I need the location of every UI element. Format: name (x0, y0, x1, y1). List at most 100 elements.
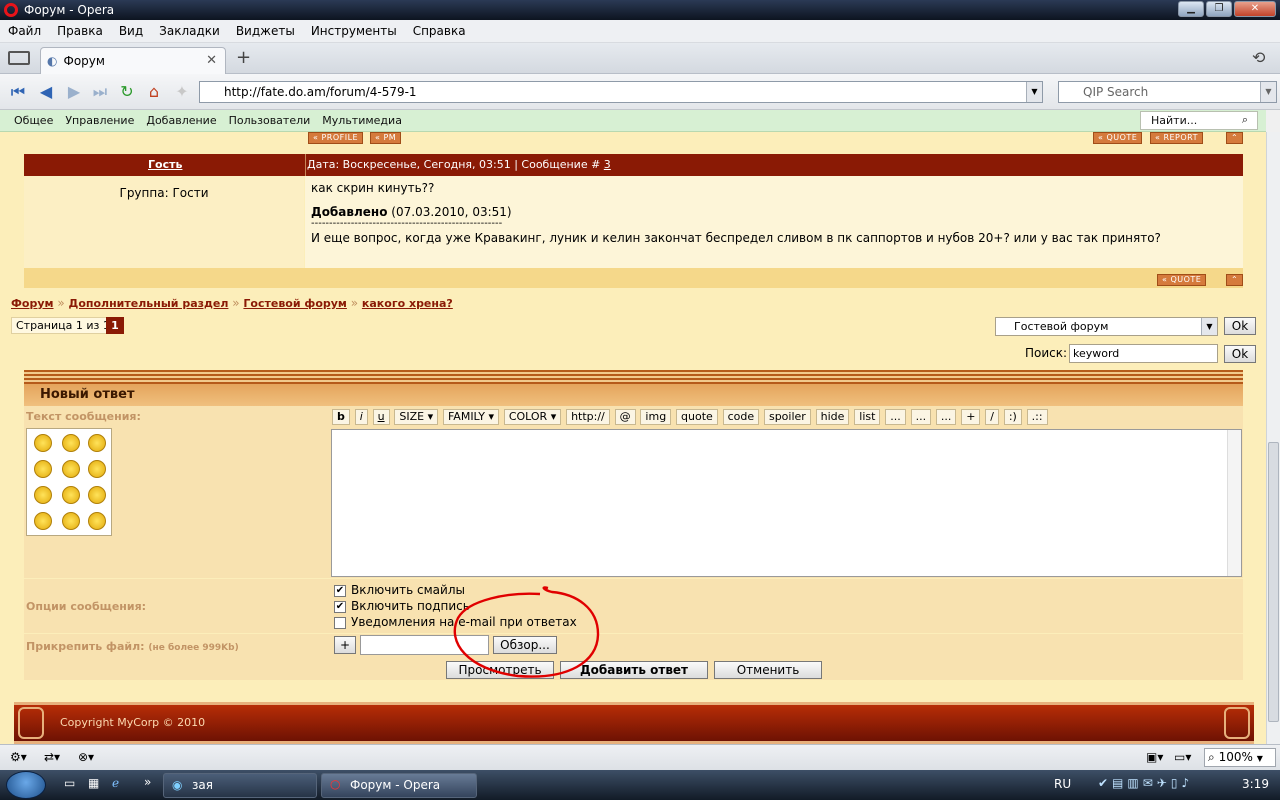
smiley-button[interactable]: :) (1003, 409, 1022, 425)
view-icon[interactable]: ▭▾ (1174, 750, 1191, 764)
quicklaunch-ie-icon[interactable]: ℯ (112, 776, 119, 790)
minimize-button[interactable]: ▁ (1178, 1, 1204, 17)
forum-select-arrow-icon[interactable]: ▼ (1201, 318, 1217, 335)
address-field[interactable]: http://fate.do.am/forum/4-579-1 ▼ (199, 81, 1043, 103)
menu-help[interactable]: Справка (405, 24, 474, 38)
search-engine-field[interactable]: QIP Search ▼ (1058, 81, 1277, 103)
unite-icon[interactable]: ⊗▾ (78, 750, 94, 764)
address-dropdown-icon[interactable]: ▼ (1026, 82, 1042, 102)
more-button-3[interactable]: ... (935, 409, 957, 425)
quicklaunch-more-icon[interactable]: » (144, 775, 151, 789)
forum-select[interactable]: Гостевой форум ▼ (995, 317, 1218, 336)
quicklaunch-desktop-icon[interactable]: ▭ (64, 776, 75, 790)
rewind-icon[interactable]: ⏮ (8, 83, 28, 101)
post-author[interactable]: Гость (148, 158, 182, 171)
url-button[interactable]: http:// (566, 409, 610, 425)
menu-view[interactable]: Вид (111, 24, 151, 38)
extra-button[interactable]: .:: (1026, 409, 1048, 425)
tab-forum[interactable]: ◐ Форум ✕ (40, 47, 226, 74)
sitenav-users[interactable]: Пользователи (223, 114, 317, 127)
new-tab-icon[interactable]: + (236, 47, 251, 68)
code-button[interactable]: code (722, 409, 760, 425)
message-textarea[interactable] (331, 429, 1242, 577)
img-button[interactable]: img (640, 409, 672, 425)
magnifier-icon[interactable]: ⌕ (1236, 113, 1254, 127)
menu-bookmarks[interactable]: Закладки (151, 24, 228, 38)
page-1-link[interactable]: 1 (106, 317, 124, 334)
smiley-cool-icon[interactable] (88, 434, 106, 452)
smiley-tongue-icon[interactable] (34, 512, 52, 530)
quicklaunch-explorer-icon[interactable]: ▦ (88, 776, 99, 790)
breadcrumb-guest[interactable]: Гостевой форум (243, 297, 347, 310)
taskbar-item-zaya[interactable]: ◉ зая (163, 773, 317, 798)
email-button[interactable]: @ (614, 409, 636, 425)
scroll-up-icon-2[interactable]: ⌃ (1226, 274, 1244, 286)
forum-go-button[interactable]: Ok (1224, 317, 1256, 335)
panel-toggle-icon[interactable] (8, 51, 30, 65)
breadcrumb-extra[interactable]: Дополнительный раздел (69, 297, 229, 310)
enable-smileys-checkbox[interactable]: ✔ (334, 585, 346, 597)
email-notify-checkbox[interactable] (334, 617, 346, 629)
sitenav-general[interactable]: Общее (8, 114, 59, 127)
forward-icon[interactable]: ▶ (64, 83, 84, 101)
menu-file[interactable]: Файл (0, 24, 49, 38)
profile-button[interactable]: « PROFILE (308, 132, 364, 144)
site-search-input[interactable]: Найти... ⌕ (1140, 111, 1258, 130)
sitenav-multimedia[interactable]: Мультимедиа (316, 114, 408, 127)
smiley-surprise-icon[interactable] (88, 486, 106, 504)
maximize-button[interactable]: ❐ (1206, 1, 1232, 17)
menu-tools[interactable]: Инструменты (303, 24, 405, 38)
pm-button[interactable]: « PM (370, 132, 402, 144)
quote-tag-button[interactable]: quote (676, 409, 718, 425)
search-dropdown-icon[interactable]: ▼ (1260, 82, 1276, 102)
tools-icon[interactable]: ⚙▾ (10, 750, 27, 764)
smiley-happy-icon[interactable] (88, 460, 106, 478)
smiley-confused-icon[interactable] (62, 512, 80, 530)
quote-button-top[interactable]: « QUOTE (1093, 132, 1143, 144)
list-button[interactable]: list (854, 409, 881, 425)
home-icon[interactable]: ⌂ (144, 83, 164, 101)
breadcrumb-topic[interactable]: какого хрена? (362, 297, 453, 310)
smiley-angry-icon[interactable] (34, 434, 52, 452)
wand-icon[interactable]: ✦ (172, 83, 192, 101)
family-select[interactable]: FAMILY ▾ (442, 409, 499, 425)
start-button[interactable] (6, 771, 46, 799)
smiley-shock-icon[interactable] (34, 460, 52, 478)
smiley-sad-icon[interactable] (34, 486, 52, 504)
cancel-button[interactable]: Отменить (714, 661, 822, 679)
slash-button[interactable]: / (985, 409, 999, 425)
bold-button[interactable]: b (332, 409, 350, 425)
italic-button[interactable]: i (354, 409, 368, 425)
breadcrumb-forum[interactable]: Форум (11, 297, 54, 310)
close-tab-icon[interactable]: ✕ (206, 53, 217, 68)
page-scroll-thumb[interactable] (1268, 442, 1279, 722)
smiley-grin-icon[interactable] (62, 434, 80, 452)
forum-search-input[interactable]: keyword (1069, 344, 1218, 363)
sitenav-manage[interactable]: Управление (59, 114, 140, 127)
more-button-2[interactable]: ... (910, 409, 932, 425)
language-indicator[interactable]: RU (1054, 777, 1071, 791)
report-button[interactable]: « REPORT (1150, 132, 1204, 144)
back-icon[interactable]: ◀ (36, 83, 56, 101)
enable-signature-checkbox[interactable]: ✔ (334, 601, 346, 613)
smiley-blush-icon[interactable] (62, 460, 80, 478)
closed-tabs-icon[interactable]: ⟲ (1252, 48, 1265, 67)
menu-edit[interactable]: Правка (49, 24, 111, 38)
clock[interactable]: 3:19 (1242, 777, 1269, 791)
smiley-wink-icon[interactable] (88, 512, 106, 530)
hide-button[interactable]: hide (815, 409, 850, 425)
zoom-control[interactable]: ⌕ 100% ▼ (1204, 748, 1276, 767)
more-button-1[interactable]: ... (885, 409, 906, 425)
spoiler-button[interactable]: spoiler (763, 409, 811, 425)
underline-button[interactable]: u (372, 409, 390, 425)
sitenav-add[interactable]: Добавление (140, 114, 222, 127)
textarea-scrollbar[interactable] (1227, 430, 1241, 576)
panel-icon[interactable]: ▣▾ (1146, 750, 1163, 764)
fast-forward-icon[interactable]: ⏭ (90, 83, 110, 101)
sync-icon[interactable]: ⇄▾ (44, 750, 60, 764)
search-go-button[interactable]: Ok (1224, 345, 1256, 363)
zoom-dropdown-icon[interactable]: ▼ (1257, 754, 1263, 763)
reload-icon[interactable]: ↻ (117, 83, 137, 101)
quote-button[interactable]: « QUOTE (1157, 274, 1207, 286)
smiley-smile-icon[interactable] (62, 486, 80, 504)
